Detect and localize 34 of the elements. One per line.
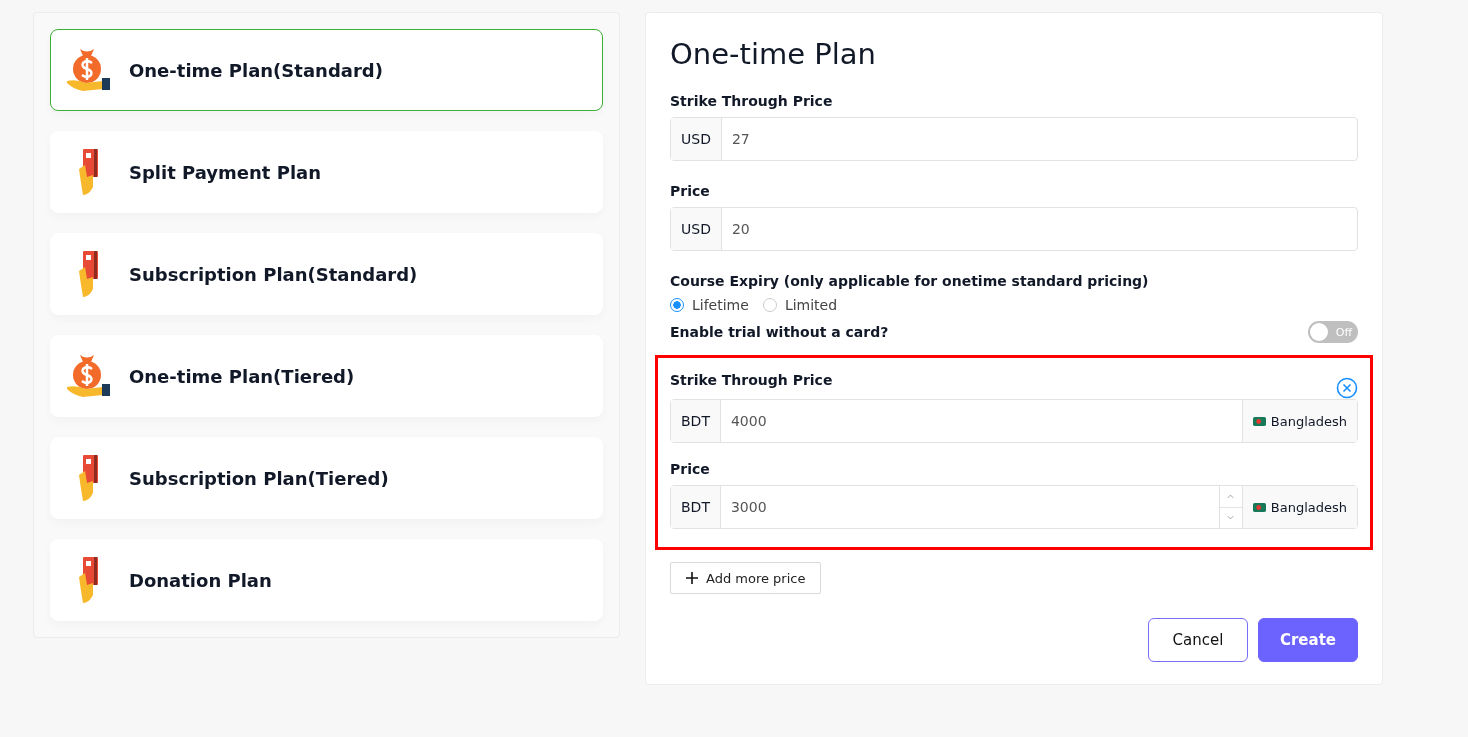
radio-label: Limited [784, 297, 838, 313]
chevron-down-icon[interactable] [1226, 514, 1236, 521]
field-label: Strike Through Price [670, 372, 833, 388]
cancel-button[interactable]: Cancel [1148, 618, 1248, 662]
plan-card[interactable]: Donation Plan [50, 539, 603, 621]
plan-card[interactable]: One-time Plan(Standard) [50, 29, 603, 111]
flag-icon [1252, 502, 1266, 512]
plus-icon [686, 572, 698, 584]
field-label: Price [670, 461, 710, 477]
chevron-up-icon[interactable] [1226, 493, 1236, 500]
number-stepper[interactable] [1218, 486, 1242, 528]
field-label: Price [670, 183, 711, 199]
country-select[interactable]: Bangladesh [1241, 400, 1357, 442]
radio-option[interactable]: Lifetime [670, 297, 749, 313]
price-field[interactable]: BDT 3000 Bangladesh [670, 485, 1358, 529]
radio-button[interactable] [670, 298, 684, 312]
plan-card[interactable]: One-time Plan(Tiered) [50, 335, 603, 417]
flag-icon [1252, 416, 1266, 426]
field-label: Strike Through Price [670, 93, 834, 109]
toggle-label: Enable trial without a card? [670, 324, 889, 340]
price-field[interactable]: USD 20 [670, 207, 1358, 251]
add-price-button[interactable]: Add more price [670, 562, 822, 594]
create-button[interactable]: Create [1258, 618, 1358, 662]
radio-option[interactable]: Limited [762, 297, 838, 313]
plan-card[interactable]: Split Payment Plan [50, 131, 603, 213]
plan-card[interactable]: Subscription Plan(Standard) [50, 233, 603, 315]
country-select[interactable]: Bangladesh [1241, 486, 1357, 528]
close-icon[interactable] [1336, 377, 1358, 399]
price-field[interactable]: BDT 4000 Bangladesh [670, 399, 1358, 443]
radio-label: Lifetime [692, 297, 749, 313]
plan-card[interactable]: Subscription Plan(Tiered) [50, 437, 603, 519]
price-field[interactable]: USD 27 [670, 117, 1358, 161]
form-title: One-time Plan [670, 37, 877, 71]
field-label: Course Expiry (only applicable for onetime standard pricing) [670, 273, 1150, 289]
